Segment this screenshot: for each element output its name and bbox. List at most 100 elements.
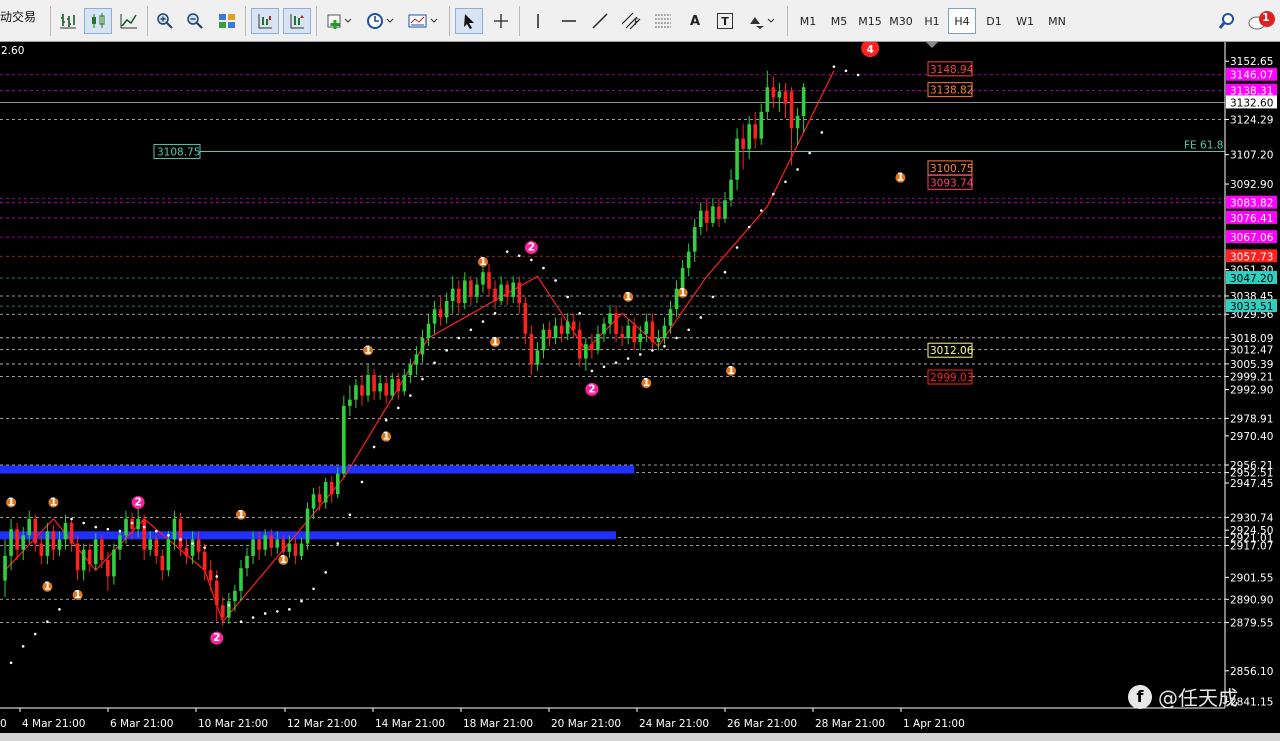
text-label-icon[interactable]: T	[712, 8, 738, 34]
candle-body	[565, 321, 570, 334]
psar-dot	[396, 406, 400, 410]
psar-dot	[832, 65, 836, 68]
zoom-out-icon[interactable]	[182, 8, 208, 34]
time-tick-label: 0	[0, 718, 7, 730]
chart-shift-icon[interactable]	[251, 8, 279, 34]
tile-windows-icon[interactable]	[214, 8, 240, 34]
trendline-icon[interactable]	[587, 8, 613, 34]
cursor-icon[interactable]	[455, 8, 483, 34]
candle-body	[444, 301, 449, 318]
timeframe-mn[interactable]: MN	[1042, 8, 1072, 34]
psar-dot	[239, 620, 243, 623]
candle-body	[354, 385, 358, 400]
toolbar-separator	[245, 6, 246, 36]
candle-body	[287, 543, 292, 552]
candle-body	[239, 568, 243, 591]
candle-body	[571, 321, 576, 330]
psar-dot	[312, 587, 315, 591]
psar-dot	[675, 336, 678, 340]
psar-dot	[590, 369, 594, 373]
wave-marker-label: 1	[727, 365, 734, 377]
candle-body	[644, 321, 649, 334]
candle-body	[81, 549, 86, 571]
candle-body	[505, 284, 509, 297]
timeframe-m1[interactable]: M1	[794, 8, 822, 34]
wave-marker-label: 1	[237, 509, 244, 521]
fe-label: FE 61.8	[1184, 139, 1223, 151]
candle-body	[378, 383, 382, 392]
psar-dot	[33, 632, 37, 636]
line-chart-icon[interactable]	[116, 8, 142, 34]
text-icon[interactable]: A	[682, 8, 708, 34]
wave-marker-label: 1	[74, 589, 81, 601]
price-chart[interactable]: 3108.75 FE 61.8 1 1 1 1 2 1 1 2 1 1 1 1 2 1 2 1 1 1 4 1 3148.9…	[0, 42, 1280, 733]
price-tick-label: 2970.40	[1230, 431, 1273, 443]
notifications-icon[interactable]: 1	[1246, 8, 1278, 34]
facebook-logo: f	[1128, 684, 1152, 709]
price-marker-label: 2999.03	[930, 372, 973, 384]
wave-marker-label: 1	[897, 172, 904, 184]
psar-dot	[687, 328, 690, 332]
candle-body	[632, 325, 637, 343]
fibonacci-icon[interactable]	[650, 8, 676, 34]
indicators-icon[interactable]	[322, 8, 356, 34]
bar-chart-icon[interactable]	[55, 8, 81, 34]
search-icon[interactable]	[1214, 8, 1240, 34]
price-marker-label: 3148.94	[930, 64, 974, 76]
zoom-in-icon[interactable]	[152, 8, 178, 34]
candle-body	[45, 531, 50, 556]
candle-body	[680, 268, 685, 289]
price-tick-label: 2901.55	[1230, 572, 1273, 584]
psar-dot	[384, 418, 388, 422]
psar-dot	[372, 445, 376, 449]
time-tick-label: 1 Apr 21:00	[903, 718, 965, 730]
candle-body	[559, 325, 564, 334]
candle-body	[148, 539, 153, 550]
wave-marker-label: 1	[383, 431, 390, 443]
toolbar-separator	[519, 6, 520, 36]
candle-body	[698, 210, 703, 227]
timeframe-h4[interactable]: H4	[948, 8, 976, 34]
candle-body	[172, 518, 177, 540]
psar-dot	[251, 616, 255, 619]
psar-dot	[735, 246, 739, 249]
horizontal-line-icon[interactable]	[556, 8, 582, 34]
candle-body	[747, 124, 751, 149]
candle-body	[87, 549, 92, 565]
price-tick-label: 2856.10	[1230, 666, 1273, 678]
arrows-icon[interactable]	[743, 8, 779, 34]
price-tick-label: 2992.90	[1230, 385, 1273, 397]
candle-body	[529, 333, 534, 365]
periods-icon[interactable]	[362, 8, 398, 34]
timeframe-m30[interactable]: M30	[886, 8, 916, 34]
candlestick-icon[interactable]	[84, 8, 112, 34]
price-tick-label: 2890.90	[1230, 594, 1273, 606]
equidistant-channel-icon[interactable]: F	[617, 8, 645, 34]
candle-body	[360, 385, 364, 396]
candle-body	[366, 375, 370, 396]
crosshair-icon[interactable]	[488, 8, 514, 34]
candle-body	[456, 288, 461, 304]
autoscroll-icon[interactable]	[283, 8, 311, 34]
candle-body	[323, 481, 328, 503]
vertical-line-icon[interactable]	[525, 8, 551, 34]
candle-body	[765, 87, 770, 112]
price-tag-label: 3132.60	[1230, 97, 1273, 109]
wave-marker-label: 1	[679, 287, 686, 299]
timeframe-m5[interactable]: M5	[825, 8, 853, 34]
price-tag-label: 3146.07	[1230, 70, 1273, 82]
fe-price-label: 3108.75	[157, 146, 200, 158]
psar-dot	[263, 612, 267, 615]
timeframe-d1[interactable]: D1	[980, 8, 1008, 34]
psar-dot	[191, 542, 194, 545]
timeframe-w1[interactable]: W1	[1011, 8, 1039, 34]
candle-body	[408, 364, 413, 375]
candle-body	[3, 555, 7, 581]
timeframe-m15[interactable]: M15	[855, 8, 885, 34]
candle-body	[584, 344, 588, 359]
toolbar-separator	[50, 6, 51, 36]
psar-dot	[808, 151, 811, 155]
psar-dot	[445, 349, 448, 352]
timeframe-h1[interactable]: H1	[918, 8, 946, 34]
templates-icon[interactable]	[404, 8, 442, 34]
